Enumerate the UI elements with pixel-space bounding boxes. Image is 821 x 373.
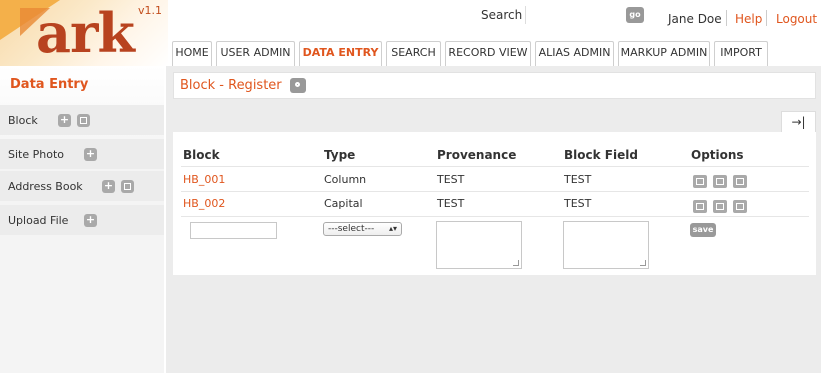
page-title: Block - Register — [180, 78, 282, 93]
row-divider — [181, 191, 809, 192]
view-icon[interactable] — [693, 175, 707, 188]
cell-type: Column — [324, 173, 367, 186]
add-icon[interactable]: + — [84, 214, 97, 227]
help-link[interactable]: Help — [735, 12, 762, 26]
sidebar-title: Data Entry — [10, 77, 89, 92]
provenance-textarea[interactable] — [436, 221, 522, 269]
cell-provenance: TEST — [437, 197, 465, 210]
link-icon[interactable] — [290, 78, 306, 93]
sidebar-item-label: Address Book — [8, 180, 83, 193]
cell-type: Capital — [324, 197, 363, 210]
resize-grip-icon[interactable] — [640, 260, 646, 266]
tab-record-view[interactable]: RECORD VIEW — [445, 41, 531, 66]
save-button[interactable]: save — [690, 223, 716, 237]
tab-user-admin[interactable]: USER ADMIN — [216, 41, 295, 66]
tab-import[interactable]: IMPORT — [714, 41, 768, 66]
sidebar-item-site-photo[interactable]: Site Photo + — [0, 139, 164, 169]
list-icon[interactable] — [121, 180, 134, 193]
tab-alias-admin[interactable]: ALIAS ADMIN — [535, 41, 614, 66]
block-link[interactable]: HB_002 — [183, 197, 225, 210]
user-name: Jane Doe — [668, 12, 722, 26]
sidebar-item-address-book[interactable]: Address Book + — [0, 171, 164, 201]
divider — [766, 10, 767, 26]
column-header-block: Block — [183, 148, 220, 162]
resize-grip-icon[interactable] — [513, 260, 519, 266]
edit-icon[interactable] — [713, 175, 727, 188]
list-icon[interactable] — [77, 114, 90, 127]
column-header-block-field: Block Field — [564, 148, 638, 162]
block-input[interactable] — [190, 222, 277, 239]
search-divider — [525, 6, 526, 24]
row-divider — [181, 216, 809, 217]
add-icon[interactable]: + — [84, 148, 97, 161]
tab-search[interactable]: SEARCH — [386, 41, 441, 66]
chevron-updown-icon: ▴▾ — [388, 224, 397, 233]
edit-icon[interactable] — [713, 200, 727, 213]
collapse-panel-button[interactable]: →| — [781, 111, 816, 133]
sidebar-item-label: Site Photo — [8, 148, 64, 161]
view-icon[interactable] — [693, 200, 707, 213]
cell-block-field: TEST — [564, 197, 592, 210]
add-icon[interactable]: + — [102, 180, 115, 193]
cell-block-field: TEST — [564, 173, 592, 186]
tab-home[interactable]: HOME — [172, 41, 212, 66]
tab-markup-admin[interactable]: MARKUP ADMIN — [618, 41, 710, 66]
add-icon[interactable]: + — [58, 114, 71, 127]
tab-data-entry[interactable]: DATA ENTRY — [299, 41, 382, 66]
expand-icon[interactable] — [733, 175, 747, 188]
type-select-value: ---select--- — [328, 224, 375, 234]
logout-link[interactable]: Logout — [776, 12, 817, 26]
search-label[interactable]: Search — [481, 8, 522, 22]
header-divider — [181, 166, 809, 167]
sidebar-item-upload-file[interactable]: Upload File + — [0, 205, 164, 235]
version-label: v1.1 — [137, 4, 162, 17]
go-button[interactable]: go — [626, 7, 644, 23]
cell-provenance: TEST — [437, 173, 465, 186]
expand-icon[interactable] — [733, 200, 747, 213]
sidebar-item-block[interactable]: Block + — [0, 105, 164, 135]
block-field-textarea[interactable] — [563, 221, 649, 269]
column-header-provenance: Provenance — [437, 148, 517, 162]
divider — [726, 10, 727, 26]
type-select[interactable]: ---select--- ▴▾ — [323, 222, 402, 236]
sidebar-item-label: Upload File — [8, 214, 69, 227]
column-header-type: Type — [324, 148, 356, 162]
logo-wordmark: ark — [36, 1, 135, 65]
ark-logo[interactable]: ark v1.1 — [0, 0, 168, 66]
block-link[interactable]: HB_001 — [183, 173, 225, 186]
sidebar-item-label: Block — [8, 114, 38, 127]
column-header-options: Options — [691, 148, 744, 162]
